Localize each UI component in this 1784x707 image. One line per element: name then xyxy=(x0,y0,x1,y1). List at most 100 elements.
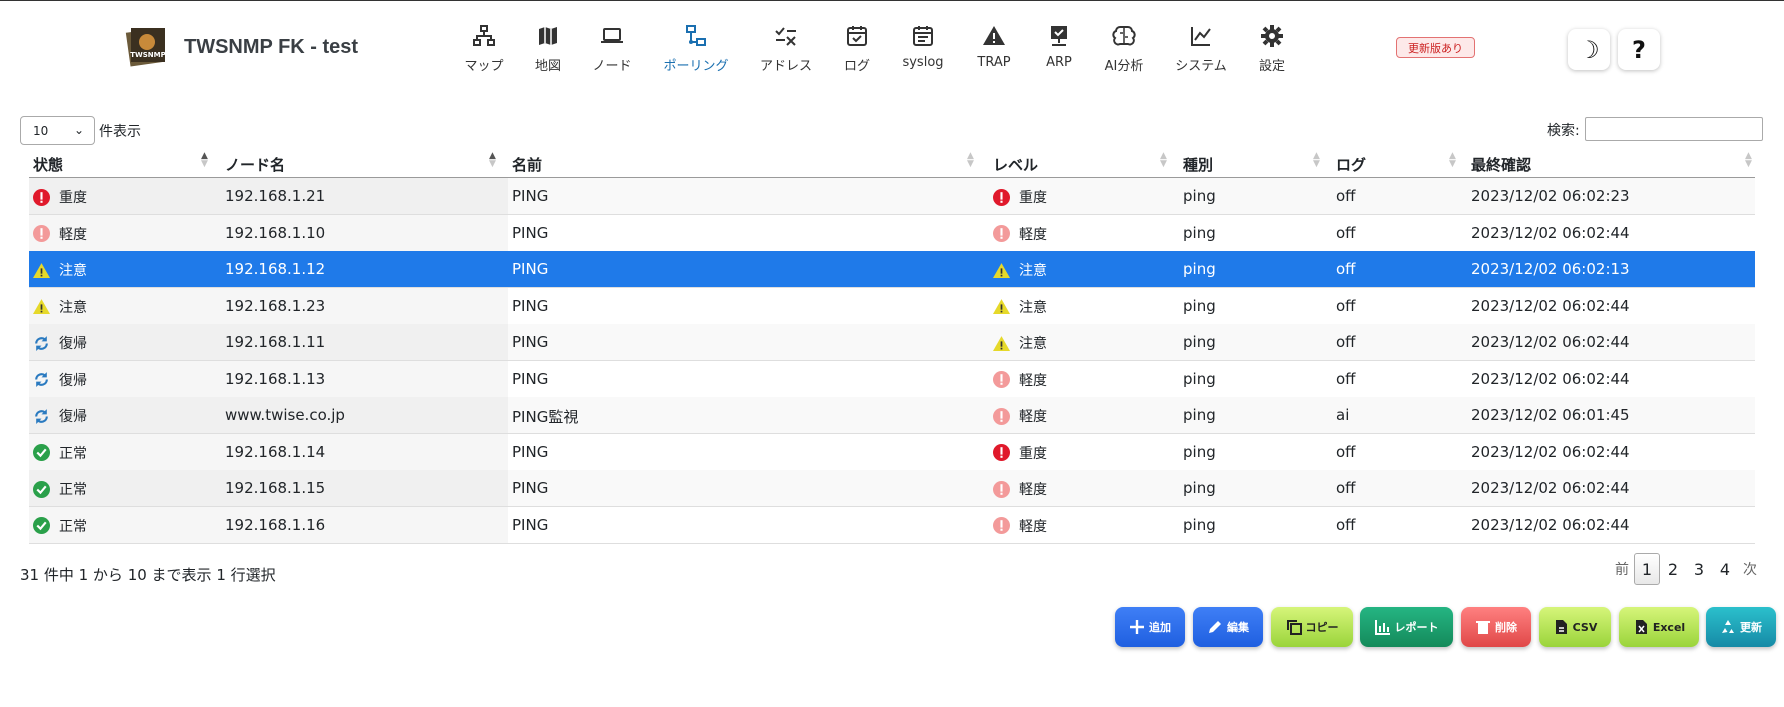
level-cell: 重度 xyxy=(993,187,1047,207)
state-label: 注意 xyxy=(59,299,87,316)
action-button-label: 更新 xyxy=(1740,621,1762,634)
prev-page-button[interactable]: 前 xyxy=(1612,553,1632,585)
nav-item-label: システム xyxy=(1175,59,1227,74)
action-button-label: レポート xyxy=(1394,621,1439,634)
action-button-1[interactable]: 編集 xyxy=(1193,607,1263,647)
nav-item-9[interactable]: AI分析 xyxy=(1084,24,1164,74)
update-available-badge[interactable]: 更新版あり xyxy=(1396,37,1475,58)
theme-toggle-button[interactable]: ☽ xyxy=(1568,29,1610,70)
state-cell: 正常 xyxy=(33,443,87,463)
nav-item-6[interactable]: syslog xyxy=(883,24,963,70)
nav-item-10[interactable]: システム xyxy=(1161,24,1241,74)
action-button-0[interactable]: 追加 xyxy=(1115,607,1185,647)
level-cell: 注意 xyxy=(993,297,1047,317)
nav-item-label: ログ xyxy=(843,59,870,74)
nav-item-label: syslog xyxy=(902,55,944,70)
column-header-5[interactable]: ログ xyxy=(1336,154,1366,175)
nav-item-3[interactable]: ポーリング xyxy=(656,24,736,74)
action-button-5[interactable]: CSV xyxy=(1539,607,1611,647)
error-icon xyxy=(33,188,59,206)
calendar-check-icon xyxy=(845,24,869,52)
log-cell: off xyxy=(1336,442,1356,461)
type-cell: ping xyxy=(1183,442,1216,461)
sort-icon[interactable]: ▲ ▼ xyxy=(1745,152,1752,169)
bar-chart-icon xyxy=(1374,619,1395,635)
sort-icon[interactable]: ▲ ▼ xyxy=(1160,152,1167,169)
level-cell: 軽度 xyxy=(993,406,1047,426)
table-row[interactable]: 注意 192.168.1.23 PING 注意 ping off 2023/12/02 06… xyxy=(29,287,1755,325)
table-row[interactable]: 正常 192.168.1.16 PING 軽度 ping off 2023/12/02 06… xyxy=(29,506,1755,544)
action-button-label: 編集 xyxy=(1227,621,1249,634)
action-button-4[interactable]: 削除 xyxy=(1461,607,1531,647)
warning-icon xyxy=(982,24,1006,52)
state-cell: 軽度 xyxy=(33,224,87,244)
action-button-3[interactable]: レポート xyxy=(1360,607,1453,647)
page-button-4[interactable]: 4 xyxy=(1712,553,1738,585)
action-button-7[interactable]: 更新 xyxy=(1706,607,1776,647)
nav-item-4[interactable]: アドレス xyxy=(746,24,826,74)
action-button-label: コピー xyxy=(1305,621,1339,634)
page-length-select[interactable]: 10 ⌄ xyxy=(20,116,95,145)
page-button-1[interactable]: 1 xyxy=(1634,553,1660,585)
sort-icon[interactable]: ▲ ▼ xyxy=(1449,152,1456,169)
exclamation-icon xyxy=(33,225,59,242)
exclamation-icon xyxy=(993,517,1019,534)
sort-icon[interactable]: ▲ ▼ xyxy=(967,152,974,169)
type-cell: ping xyxy=(1183,406,1216,424)
table-row[interactable]: 復帰 192.168.1.13 PING 軽度 ping off 2023/12/02 06… xyxy=(29,360,1755,398)
help-button[interactable]: ? xyxy=(1618,29,1660,70)
column-header-6[interactable]: 最終確認 xyxy=(1471,154,1531,175)
node-name-cell: 192.168.1.10 xyxy=(225,223,326,242)
table-row[interactable]: 復帰 www.twise.co.jp PING監視 軽度 ping ai 2023/12/0… xyxy=(29,397,1755,434)
nav-item-label: TRAP xyxy=(977,55,1011,70)
nav-item-label: マップ xyxy=(464,59,504,74)
action-button-6[interactable]: Excel xyxy=(1619,607,1699,647)
table-row[interactable]: 正常 192.168.1.14 PING 重度 ping off 2023/12/02 06… xyxy=(29,433,1755,471)
copy-icon xyxy=(1286,619,1306,635)
log-cell: off xyxy=(1336,260,1356,278)
check-circle-icon xyxy=(33,480,59,498)
type-cell: ping xyxy=(1183,515,1216,534)
nav-item-label: アドレス xyxy=(759,59,812,74)
polling-name-cell: PING xyxy=(512,187,549,205)
level-label: 注意 xyxy=(1019,299,1047,316)
node-name-cell: 192.168.1.11 xyxy=(225,333,326,351)
moon-icon: ☽ xyxy=(1578,35,1600,64)
page-button-3[interactable]: 3 xyxy=(1686,553,1712,585)
column-header-0[interactable]: 状態 xyxy=(33,154,63,175)
nav-item-11[interactable]: 設定 xyxy=(1232,24,1312,74)
sort-icon[interactable]: ▲ ▼ xyxy=(489,152,496,169)
column-header-1[interactable]: ノード名 xyxy=(225,154,285,175)
nav-item-2[interactable]: ノード xyxy=(572,24,652,74)
action-button-2[interactable]: コピー xyxy=(1271,607,1353,647)
type-cell: ping xyxy=(1183,296,1216,315)
page-button-2[interactable]: 2 xyxy=(1660,553,1686,585)
sort-icon[interactable]: ▲ ▼ xyxy=(201,152,208,169)
search-input[interactable] xyxy=(1585,117,1763,141)
excel-file-icon xyxy=(1633,619,1653,635)
log-cell: off xyxy=(1336,515,1356,534)
table-header: 状態 ▲ ▼ ノード名 ▲ ▼ 名前 ▲ ▼ レベル ▲ ▼ 種別 ▲ ▼ ログ ▲ ▼ 最終確認 ▲ ▼ xyxy=(29,148,1755,178)
state-label: 復帰 xyxy=(59,336,87,352)
action-button-label: 追加 xyxy=(1149,621,1171,634)
table-row[interactable]: 重度 192.168.1.21 PING 重度 ping off 2023/12/02 06… xyxy=(29,178,1755,215)
table-row[interactable]: 正常 192.168.1.15 PING 軽度 ping off 2023/12/02 06… xyxy=(29,470,1755,507)
node-name-cell: 192.168.1.15 xyxy=(225,479,326,497)
table-row[interactable]: 復帰 192.168.1.11 PING 注意 ping off 2023/12/02 06… xyxy=(29,324,1755,361)
column-header-3[interactable]: レベル xyxy=(993,154,1038,175)
state-label: 正常 xyxy=(59,445,87,462)
level-label: 軽度 xyxy=(1019,372,1047,389)
node-name-cell: 192.168.1.12 xyxy=(225,260,326,278)
polling-name-cell: PING監視 xyxy=(512,408,579,426)
column-header-4[interactable]: 種別 xyxy=(1183,154,1213,175)
table-row[interactable]: 注意 192.168.1.12 PING 注意 ping off 2023/12/02 06… xyxy=(29,251,1755,288)
next-page-button[interactable]: 次 xyxy=(1740,553,1760,585)
exclamation-icon xyxy=(993,407,1019,425)
column-header-2[interactable]: 名前 xyxy=(512,154,542,175)
warning-icon xyxy=(33,298,59,315)
type-cell: ping xyxy=(1183,369,1216,388)
repair-icon xyxy=(33,408,59,425)
table-row[interactable]: 軽度 192.168.1.10 PING 軽度 ping off 2023/12/02 06… xyxy=(29,214,1755,252)
type-cell: ping xyxy=(1183,260,1216,278)
sort-icon[interactable]: ▲ ▼ xyxy=(1313,152,1320,169)
